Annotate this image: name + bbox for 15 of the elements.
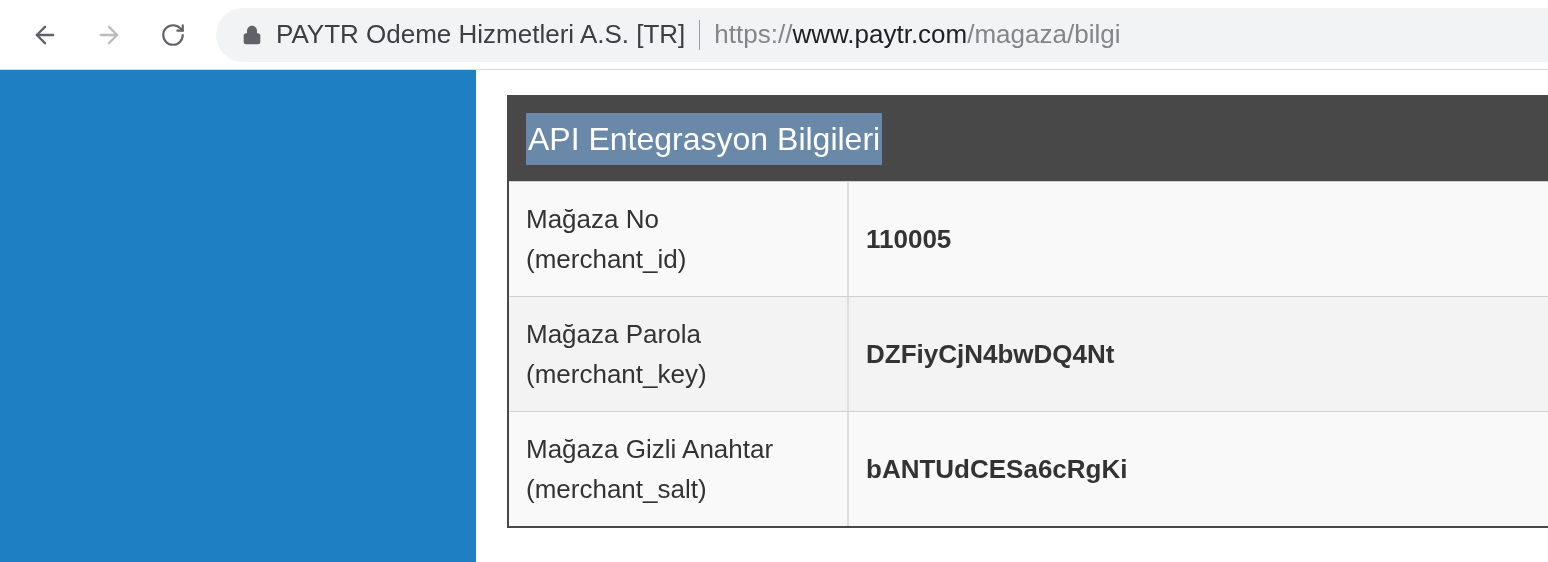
site-name: PAYTR Odeme Hizmetleri A.S. [TR] — [276, 18, 686, 51]
field-value: DZFiyCjN4bwDQ4Nt — [866, 337, 1115, 371]
panel-title: API Entegrasyon Bilgileri — [526, 113, 883, 165]
lock-icon — [242, 24, 262, 45]
address-bar[interactable]: PAYTR Odeme Hizmetleri A.S. [TR] https://www.paytr.com/magaza/bilgi — [216, 7, 1548, 62]
reload-icon — [160, 21, 186, 48]
field-label: Mağaza Gizli Anahtar — [526, 433, 775, 466]
field-value: bANTUdCESa6cRgKi — [866, 452, 1128, 486]
field-key: (merchant_key) — [526, 354, 847, 394]
field-key: (merchant_salt) — [526, 469, 847, 509]
url-text: https://www.paytr.com/magaza/bilgi — [714, 18, 1121, 51]
field-value: 110005 — [866, 222, 952, 256]
field-label: Mağaza Parola — [526, 318, 702, 351]
field-key: (merchant_id) — [526, 239, 847, 279]
field-label: Mağaza No — [526, 203, 660, 236]
